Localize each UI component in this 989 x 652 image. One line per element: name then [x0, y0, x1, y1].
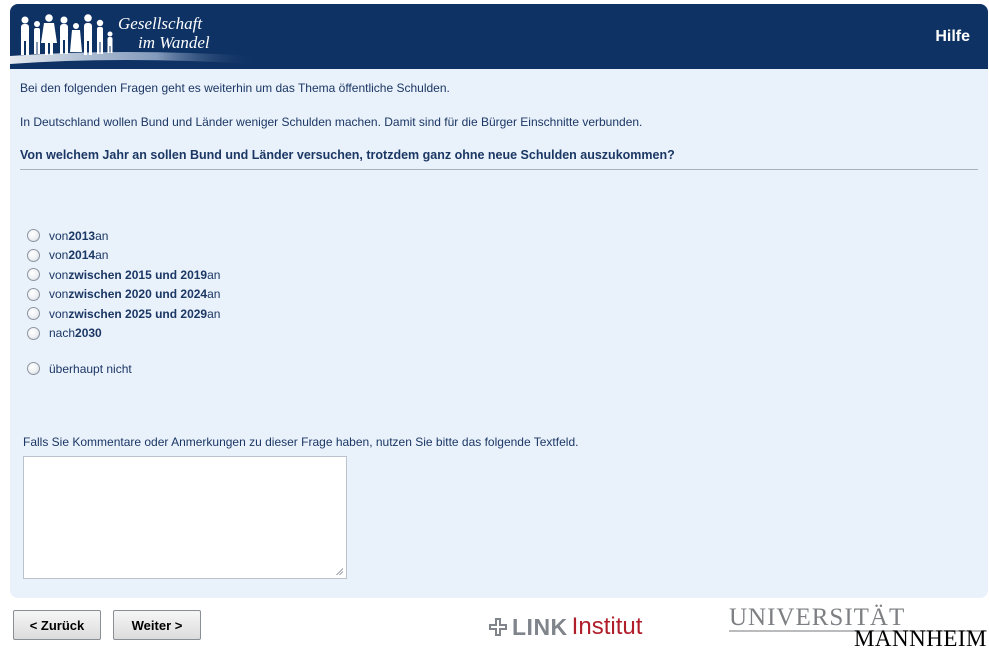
question-text: Von welchem Jahr an sollen Bund und Länd… — [20, 148, 675, 162]
back-button[interactable]: < Zurück — [13, 610, 101, 640]
link-institut-logo: LINK Institut — [488, 613, 642, 641]
option-not-at-all[interactable]: überhaupt nicht — [27, 359, 220, 379]
option-2013[interactable]: von 2013 an — [27, 226, 220, 246]
link-cross-icon — [489, 618, 507, 636]
university-mannheim-logo: UNIVERSITÄT MANNHEIM — [729, 604, 987, 651]
intro-text-2: In Deutschland wollen Bund und Länder we… — [20, 115, 643, 129]
comment-label: Falls Sie Kommentare oder Anmerkungen zu… — [23, 435, 579, 449]
radio-button[interactable] — [27, 229, 40, 243]
logo-line-2: im Wandel — [138, 33, 210, 52]
header-bar: Gesellschaft im Wandel Hilfe — [10, 4, 988, 69]
radio-button[interactable] — [27, 326, 40, 340]
next-button[interactable]: Weiter > — [113, 610, 201, 640]
option-2020-2024[interactable]: von zwischen 2020 und 2024 an — [27, 285, 220, 305]
option-2025-2029[interactable]: von zwischen 2025 und 2029 an — [27, 304, 220, 324]
link-wordmark: LINK — [512, 613, 568, 640]
option-2015-2019[interactable]: von zwischen 2015 und 2019 an — [27, 265, 220, 285]
radio-button[interactable] — [27, 248, 40, 262]
intro-text-1: Bei den folgenden Fragen geht es weiterh… — [20, 81, 450, 95]
option-2014[interactable]: von 2014 an — [27, 246, 220, 266]
uni-logo-line-2: MANNHEIM — [853, 626, 987, 651]
site-logo-text: Gesellschaft im Wandel — [118, 14, 210, 52]
radio-button[interactable] — [27, 268, 40, 282]
option-after-2030[interactable]: nach 2030 — [27, 324, 220, 344]
radio-button[interactable] — [27, 287, 40, 301]
institut-wordmark: Institut — [571, 613, 643, 640]
resize-grip-icon[interactable] — [335, 567, 343, 575]
comment-textarea[interactable] — [23, 456, 347, 579]
logo-line-1: Gesellschaft — [118, 14, 203, 33]
question-divider — [20, 169, 978, 170]
radio-button[interactable] — [27, 362, 40, 376]
survey-panel: Bei den folgenden Fragen geht es weiterh… — [10, 69, 988, 598]
radio-button[interactable] — [27, 307, 40, 321]
answer-options: von 2013 an von 2014 an von zwischen 201… — [27, 226, 220, 379]
help-link[interactable]: Hilfe — [935, 28, 970, 46]
